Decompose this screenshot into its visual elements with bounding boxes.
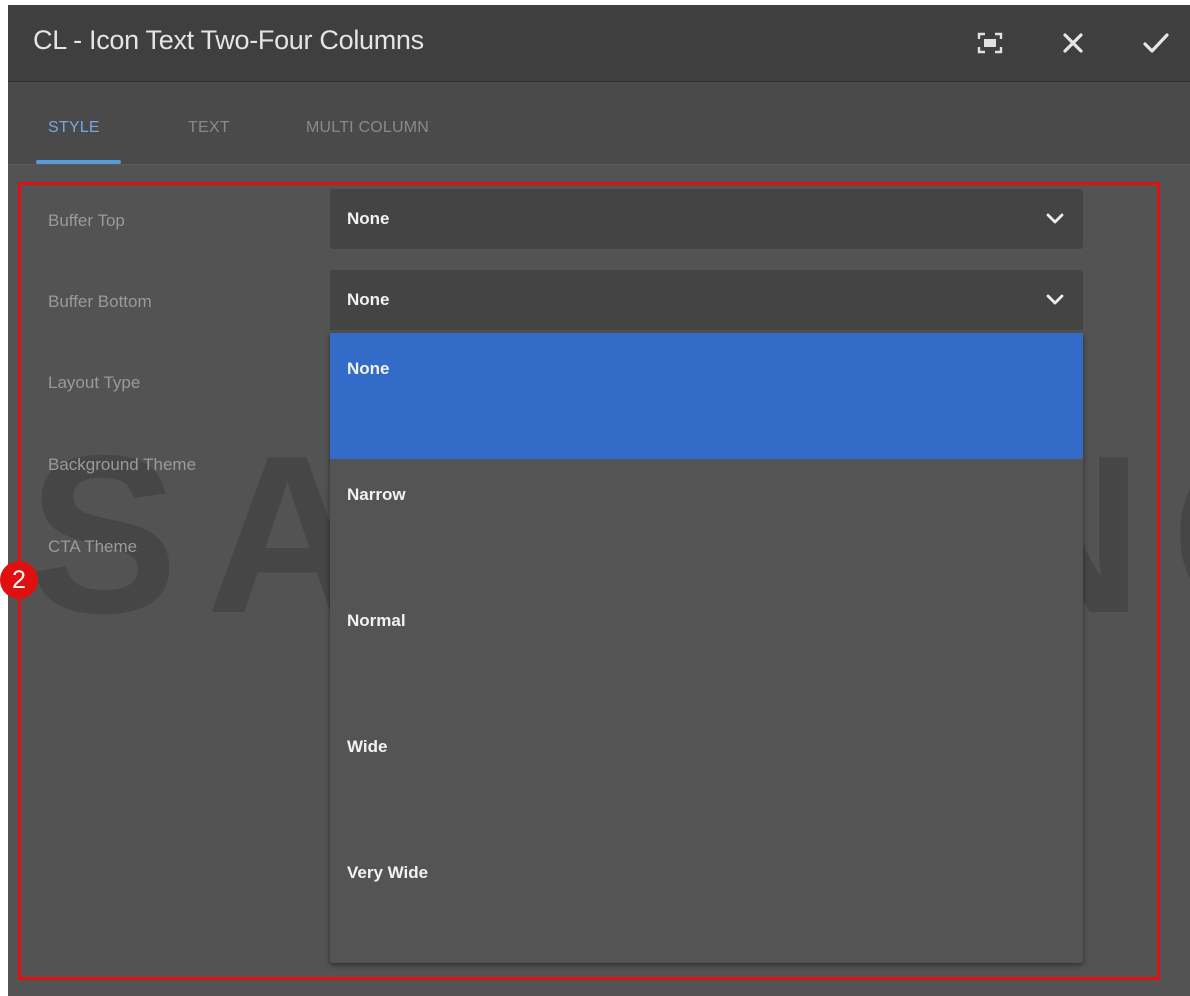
- chevron-down-icon: [1046, 213, 1064, 224]
- tab-bar: STYLE TEXT MULTI COLUMN: [8, 82, 1190, 165]
- tab-style[interactable]: STYLE: [48, 119, 100, 137]
- fullscreen-icon[interactable]: [970, 23, 1010, 63]
- dropdown-option-normal[interactable]: Normal: [330, 585, 1083, 711]
- dropdown-option-very-wide[interactable]: Very Wide: [330, 837, 1083, 963]
- cta-theme-label: CTA Theme: [48, 537, 138, 556]
- dialog: CL - Icon Text Two-Four Columns STYLE TE…: [8, 5, 1190, 996]
- tab-multi-column[interactable]: MULTI COLUMN: [306, 119, 429, 137]
- buffer-bottom-label: Buffer Bottom: [48, 292, 152, 311]
- buffer-bottom-dropdown-list: None Narrow Normal Wide Very Wide: [330, 333, 1083, 963]
- buffer-bottom-select[interactable]: None: [330, 270, 1083, 330]
- buffer-top-label: Buffer Top: [48, 211, 125, 230]
- active-tab-indicator: [36, 160, 121, 164]
- chevron-down-icon: [1046, 294, 1064, 305]
- close-icon[interactable]: [1053, 23, 1093, 63]
- buffer-top-value: None: [347, 209, 390, 228]
- background-theme-label: Background Theme: [48, 455, 197, 474]
- buffer-bottom-value: None: [347, 290, 390, 309]
- dropdown-option-narrow[interactable]: Narrow: [330, 459, 1083, 585]
- dropdown-option-none[interactable]: None: [330, 333, 1083, 459]
- dialog-title: CL - Icon Text Two-Four Columns: [33, 25, 424, 55]
- tab-text[interactable]: TEXT: [188, 119, 230, 137]
- buffer-top-select[interactable]: None: [330, 189, 1083, 249]
- check-icon[interactable]: [1136, 23, 1176, 63]
- dialog-titlebar: CL - Icon Text Two-Four Columns: [8, 5, 1190, 82]
- annotation-badge: 2: [0, 561, 38, 599]
- dropdown-option-wide[interactable]: Wide: [330, 711, 1083, 837]
- layout-type-label: Layout Type: [48, 373, 141, 392]
